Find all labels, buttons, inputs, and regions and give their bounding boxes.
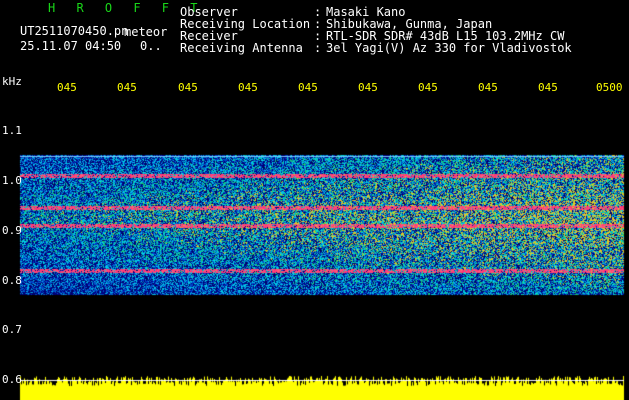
y-tick-0-6: 0.6 [2, 373, 22, 386]
antenna-label: Receiving Antenna [180, 41, 303, 55]
x-tick-4: 045 [238, 81, 258, 94]
x-tick-1: 045 [57, 81, 77, 94]
y-tick-0-8: 0.8 [2, 274, 22, 287]
x-tick-2: 045 [117, 81, 137, 94]
datetime-label: 25.11.07 04:50 [20, 39, 122, 53]
spectrogram-canvas [0, 0, 629, 400]
x-tick-10: 0500 [596, 81, 623, 94]
x-tick-6: 045 [358, 81, 378, 94]
x-tick-3: 045 [178, 81, 198, 94]
x-tick-9: 045 [538, 81, 558, 94]
x-tick-8: 045 [478, 81, 498, 94]
y-tick-1-1: 1.1 [2, 124, 22, 137]
y-tick-1-0: 1.0 [2, 174, 22, 187]
antenna-colon: : [314, 41, 322, 55]
x-tick-7: 045 [418, 81, 438, 94]
x-tick-5: 045 [298, 81, 318, 94]
meteor-tag: meteor [124, 25, 168, 39]
count-label: 0.. [140, 39, 162, 53]
y-tick-0-9: 0.9 [2, 224, 22, 237]
y-unit-label: kHz [2, 75, 22, 88]
filename-label: UT2511070450.pn [20, 24, 129, 38]
antenna-value: 3el Yagi(V) Az 330 for Vladivostok [326, 41, 572, 55]
y-tick-0-7: 0.7 [2, 323, 22, 336]
